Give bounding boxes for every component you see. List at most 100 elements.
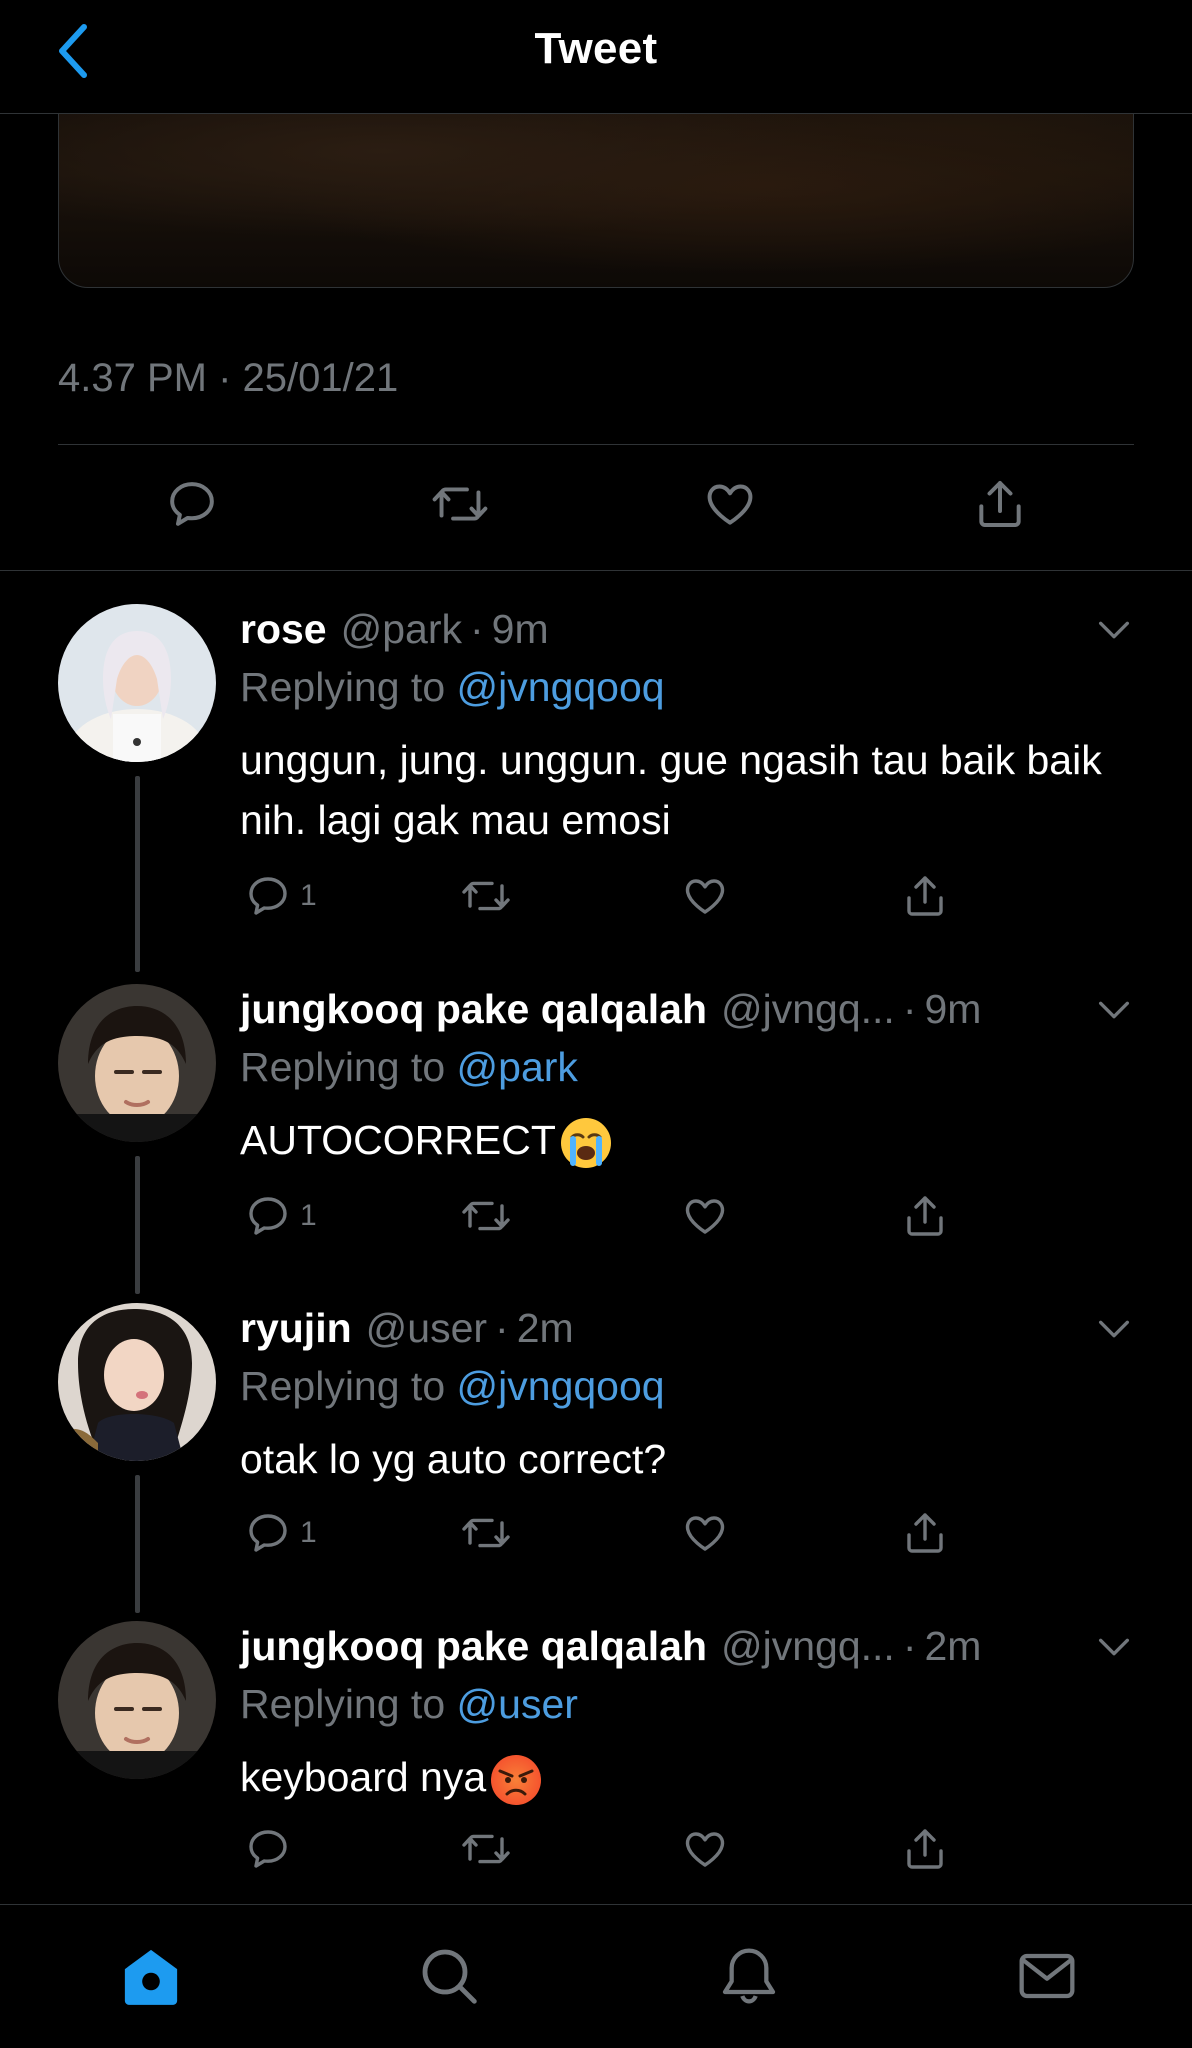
tweet-timestamp: 4.37 PM · 25/01/21 bbox=[58, 356, 399, 400]
replying-label: Replying to bbox=[240, 664, 446, 710]
reply-text: AUTOCORRECT bbox=[240, 1117, 556, 1163]
chevron-down-icon[interactable] bbox=[1094, 610, 1134, 650]
like-button[interactable] bbox=[681, 1509, 729, 1557]
mention-link[interactable]: @jvngqooq bbox=[457, 664, 665, 710]
speech-bubble-icon bbox=[170, 482, 214, 526]
share-icon bbox=[907, 1513, 943, 1553]
reply-button[interactable] bbox=[244, 1825, 300, 1873]
retweet-button[interactable] bbox=[430, 476, 490, 532]
reply-time: 9m bbox=[491, 606, 549, 652]
user-handle[interactable]: @park bbox=[341, 604, 462, 654]
replying-to-line: Replying to @park bbox=[240, 1042, 578, 1092]
display-name[interactable]: jungkooq pake qalqalah bbox=[240, 984, 707, 1034]
like-button[interactable] bbox=[681, 1192, 729, 1240]
chevron-down-icon[interactable] bbox=[1094, 1627, 1134, 1667]
display-name[interactable]: rose bbox=[240, 604, 327, 654]
tab-search[interactable] bbox=[414, 1941, 484, 2011]
reply-button[interactable]: 1 bbox=[244, 872, 317, 920]
like-button[interactable] bbox=[681, 872, 729, 920]
reply-text-line: keyboard nya bbox=[240, 1747, 1140, 1808]
top-nav-bar: Tweet bbox=[0, 0, 1192, 114]
reply-header: jungkooq pake qalqalah @jvngq... · 9m bbox=[240, 984, 981, 1034]
share-button[interactable] bbox=[901, 1192, 949, 1240]
tab-messages[interactable] bbox=[1012, 1941, 1082, 2011]
replying-to-line: Replying to @jvngqooq bbox=[240, 1361, 665, 1411]
user-handle[interactable]: @user bbox=[366, 1303, 487, 1353]
like-button[interactable] bbox=[702, 476, 758, 532]
heart-icon bbox=[707, 484, 753, 525]
reply-tweet[interactable]: ryujin @user · 2m Replying to @jvngqooq … bbox=[0, 1303, 1192, 1613]
heart-icon bbox=[685, 1832, 725, 1867]
replying-to-line: Replying to @user bbox=[240, 1679, 578, 1729]
reply-tweet[interactable]: rose @park · 9m Replying to @jvngqooq un… bbox=[0, 604, 1192, 974]
page-title: Tweet bbox=[534, 24, 658, 73]
retweet-icon bbox=[462, 1518, 510, 1548]
user-handle[interactable]: @jvngq... bbox=[721, 984, 895, 1034]
tab-notifications[interactable] bbox=[714, 1941, 784, 2011]
separator-dot: · bbox=[470, 606, 484, 652]
share-button[interactable] bbox=[901, 1825, 949, 1873]
share-button[interactable] bbox=[901, 872, 949, 920]
reply-tweet[interactable]: jungkooq pake qalqalah @jvngq... · 9m Re… bbox=[0, 984, 1192, 1294]
avatar[interactable] bbox=[58, 984, 216, 1142]
mail-icon bbox=[1019, 1953, 1075, 1999]
bottom-tab-bar bbox=[0, 1904, 1192, 2048]
reply-tweet[interactable]: jungkooq pake qalqalah @jvngq... · 2m Re… bbox=[0, 1621, 1192, 1901]
retweet-button[interactable] bbox=[460, 1509, 512, 1557]
chevron-down-icon[interactable] bbox=[1094, 1309, 1134, 1349]
share-button[interactable] bbox=[901, 1509, 949, 1557]
heart-icon bbox=[685, 1516, 725, 1551]
chevron-down-icon[interactable] bbox=[1094, 990, 1134, 1030]
reply-text: otak lo yg auto correct? bbox=[240, 1436, 667, 1482]
avatar[interactable] bbox=[58, 1621, 216, 1779]
reply-time: 2m bbox=[516, 1305, 574, 1351]
retweet-icon bbox=[432, 487, 488, 521]
tab-home[interactable] bbox=[116, 1941, 186, 2011]
reply-count: 1 bbox=[300, 879, 317, 912]
reply-text: unggun, jung. unggun. gue ngasih tau bai… bbox=[240, 737, 1102, 843]
like-button[interactable] bbox=[681, 1825, 729, 1873]
replying-to-line: Replying to @jvngqooq bbox=[240, 662, 665, 712]
thread-line bbox=[135, 1475, 140, 1613]
display-name[interactable]: ryujin bbox=[240, 1303, 352, 1353]
avatar[interactable] bbox=[58, 604, 216, 762]
speech-bubble-icon bbox=[249, 1514, 287, 1552]
crying-face-icon bbox=[560, 1118, 611, 1169]
reply-time: 2m bbox=[924, 1623, 982, 1669]
reply-header: ryujin @user · 2m bbox=[240, 1303, 574, 1353]
share-icon bbox=[907, 876, 943, 916]
reply-header: rose @park · 9m bbox=[240, 604, 549, 654]
speech-bubble-icon bbox=[249, 1197, 287, 1235]
replying-label: Replying to bbox=[240, 1681, 446, 1727]
bell-icon bbox=[722, 1948, 776, 2004]
replying-label: Replying to bbox=[240, 1363, 446, 1409]
mention-link[interactable]: @jvngqooq bbox=[457, 1363, 665, 1409]
avatar[interactable] bbox=[58, 1303, 216, 1461]
retweet-button[interactable] bbox=[460, 1192, 512, 1240]
divider bbox=[0, 570, 1192, 571]
retweet-button[interactable] bbox=[460, 872, 512, 920]
replying-label: Replying to bbox=[240, 1044, 446, 1090]
reply-button[interactable] bbox=[164, 476, 220, 532]
reply-count: 1 bbox=[300, 1516, 317, 1549]
share-icon bbox=[979, 481, 1021, 527]
reply-text-line: AUTOCORRECT bbox=[240, 1110, 1140, 1171]
thread-line bbox=[135, 1156, 140, 1294]
reply-button[interactable]: 1 bbox=[244, 1192, 317, 1240]
separator-dot: · bbox=[902, 1623, 917, 1669]
reply-time: 9m bbox=[924, 986, 982, 1032]
share-button[interactable] bbox=[972, 476, 1028, 532]
reply-button[interactable]: 1 bbox=[244, 1509, 317, 1557]
retweet-button[interactable] bbox=[460, 1825, 512, 1873]
reply-text: keyboard nya bbox=[240, 1754, 487, 1800]
display-name[interactable]: jungkooq pake qalqalah bbox=[240, 1621, 707, 1671]
separator-dot: · bbox=[902, 986, 917, 1032]
share-icon bbox=[907, 1829, 943, 1869]
search-icon bbox=[422, 1949, 477, 2004]
mention-link[interactable]: @park bbox=[457, 1044, 578, 1090]
user-handle[interactable]: @jvngq... bbox=[721, 1621, 895, 1671]
mention-link[interactable]: @user bbox=[457, 1681, 578, 1727]
angry-face-icon bbox=[491, 1755, 542, 1806]
speech-bubble-icon bbox=[249, 1830, 287, 1868]
speech-bubble-icon bbox=[249, 877, 287, 915]
